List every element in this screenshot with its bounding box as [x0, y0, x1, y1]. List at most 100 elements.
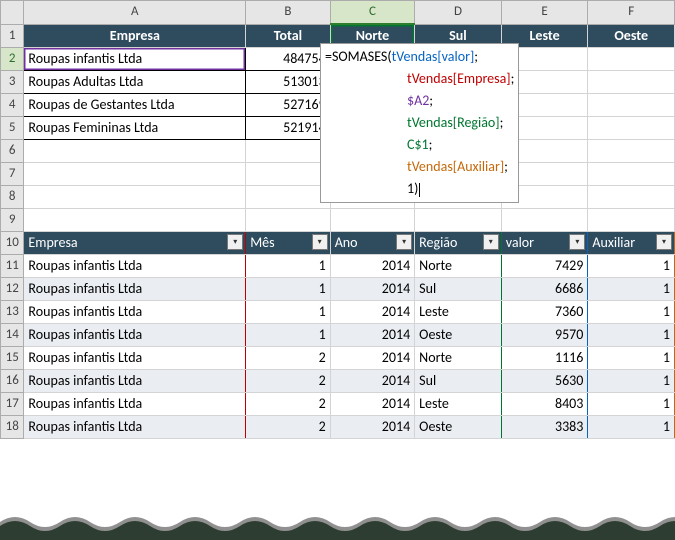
table-row[interactable]: 1	[246, 301, 330, 324]
filter-dropdown-icon[interactable]: ▾	[569, 234, 585, 250]
cell-F2[interactable]	[588, 48, 675, 71]
row-header-1[interactable]: 1	[1, 24, 24, 48]
table-row[interactable]: 2014	[330, 370, 414, 393]
row-header-2[interactable]: 2	[1, 48, 24, 71]
table-row[interactable]: Roupas infantis Ltda	[24, 324, 246, 347]
table-row[interactable]: 2014	[330, 255, 414, 278]
table-row[interactable]: 1116	[501, 347, 588, 370]
row-header-13[interactable]: 13	[1, 301, 24, 324]
row-header-9[interactable]: 9	[1, 209, 24, 232]
table-row[interactable]: 9570	[501, 324, 588, 347]
table-row[interactable]: Norte	[415, 255, 502, 278]
table-row[interactable]: 3383	[501, 416, 588, 439]
table-row[interactable]: Roupas infantis Ltda	[24, 255, 246, 278]
cell-A4[interactable]: Roupas de Gestantes Ltda	[24, 94, 246, 117]
table-row[interactable]: 1	[246, 324, 330, 347]
tbl-hdr-empresa[interactable]: Empresa▾	[24, 232, 246, 255]
cell-B1[interactable]: Total	[246, 24, 330, 48]
cell-B2[interactable]: 484754	[246, 48, 330, 71]
table-row[interactable]: 1	[588, 347, 675, 370]
row-header-5[interactable]: 5	[1, 117, 24, 140]
table-row[interactable]: 1	[246, 278, 330, 301]
row-header-7[interactable]: 7	[1, 163, 24, 186]
filter-dropdown-icon[interactable]: ▾	[656, 234, 672, 250]
table-row[interactable]: 1	[588, 393, 675, 416]
row-header-14[interactable]: 14	[1, 324, 24, 347]
cell-A5[interactable]: Roupas Femininas Ltda	[24, 117, 246, 140]
filter-dropdown-icon[interactable]: ▾	[396, 234, 412, 250]
row-header-11[interactable]: 11	[1, 255, 24, 278]
table-row[interactable]: Roupas infantis Ltda	[24, 301, 246, 324]
row-header-17[interactable]: 17	[1, 393, 24, 416]
row-header-10[interactable]: 10	[1, 232, 24, 255]
tbl-hdr-mes[interactable]: Mês▾	[246, 232, 330, 255]
row-header-12[interactable]: 12	[1, 278, 24, 301]
cell-A2[interactable]: Roupas infantis Ltda	[24, 48, 246, 71]
row-header-18[interactable]: 18	[1, 416, 24, 439]
table-row[interactable]: 5630	[501, 370, 588, 393]
col-header-A[interactable]: A	[24, 1, 246, 25]
corner-cell[interactable]	[1, 1, 24, 25]
table-row[interactable]: 6686	[501, 278, 588, 301]
table-row[interactable]: Roupas infantis Ltda	[24, 416, 246, 439]
table-row[interactable]: 7429	[501, 255, 588, 278]
table-row[interactable]: 2	[246, 416, 330, 439]
cell-B5[interactable]: 521914	[246, 117, 330, 140]
table-row[interactable]: 2014	[330, 301, 414, 324]
table-row[interactable]: Oeste	[415, 324, 502, 347]
table-row[interactable]: 2	[246, 370, 330, 393]
table-row[interactable]: Roupas infantis Ltda	[24, 393, 246, 416]
table-row[interactable]: Leste	[415, 393, 502, 416]
filter-dropdown-icon[interactable]: ▾	[312, 234, 328, 250]
row-header-16[interactable]: 16	[1, 370, 24, 393]
table-row[interactable]: 2014	[330, 324, 414, 347]
row-header-6[interactable]: 6	[1, 140, 24, 163]
cell-F3[interactable]	[588, 71, 675, 94]
table-row[interactable]: Leste	[415, 301, 502, 324]
col-header-B[interactable]: B	[246, 1, 330, 25]
table-row[interactable]: 2014	[330, 416, 414, 439]
row-header-8[interactable]: 8	[1, 186, 24, 209]
table-row[interactable]: 2014	[330, 347, 414, 370]
table-row[interactable]: Sul	[415, 370, 502, 393]
table-row[interactable]: 1	[588, 370, 675, 393]
table-row[interactable]: 1	[588, 416, 675, 439]
table-row[interactable]: 1	[588, 301, 675, 324]
table-row[interactable]: 8403	[501, 393, 588, 416]
tbl-hdr-regiao[interactable]: Região▾	[415, 232, 502, 255]
table-row[interactable]: Sul	[415, 278, 502, 301]
table-row[interactable]: Oeste	[415, 416, 502, 439]
row-header-15[interactable]: 15	[1, 347, 24, 370]
col-header-C[interactable]: C	[330, 1, 414, 25]
cell-A1[interactable]: Empresa	[24, 24, 246, 48]
table-row[interactable]: 1	[588, 255, 675, 278]
filter-dropdown-icon[interactable]: ▾	[227, 234, 243, 250]
cell-A3[interactable]: Roupas Adultas Ltda	[24, 71, 246, 94]
formula-edit-overlay[interactable]: =SOMASES(tVendas[valor]; tVendas[Empresa…	[320, 43, 519, 203]
table-row[interactable]: 2014	[330, 393, 414, 416]
tbl-hdr-auxiliar[interactable]: Auxiliar▾	[588, 232, 675, 255]
table-row[interactable]: Norte	[415, 347, 502, 370]
table-row[interactable]: Roupas infantis Ltda	[24, 278, 246, 301]
table-row[interactable]: 1	[588, 324, 675, 347]
table-row[interactable]: 1	[246, 255, 330, 278]
col-header-D[interactable]: D	[415, 1, 502, 25]
table-row[interactable]: Roupas infantis Ltda	[24, 370, 246, 393]
col-header-E[interactable]: E	[501, 1, 588, 25]
table-row[interactable]: Roupas infantis Ltda	[24, 347, 246, 370]
col-header-F[interactable]: F	[588, 1, 675, 25]
row-header-3[interactable]: 3	[1, 71, 24, 94]
cell-F4[interactable]	[588, 94, 675, 117]
tbl-hdr-valor[interactable]: valor▾	[501, 232, 588, 255]
cell-F5[interactable]	[588, 117, 675, 140]
row-header-4[interactable]: 4	[1, 94, 24, 117]
table-row[interactable]: 7360	[501, 301, 588, 324]
filter-dropdown-icon[interactable]: ▾	[483, 234, 499, 250]
table-row[interactable]: 2	[246, 393, 330, 416]
table-row[interactable]: 2014	[330, 278, 414, 301]
cell-B4[interactable]: 527169	[246, 94, 330, 117]
cell-F1[interactable]: Oeste	[588, 24, 675, 48]
cell-B3[interactable]: 513013	[246, 71, 330, 94]
table-row[interactable]: 2	[246, 347, 330, 370]
tbl-hdr-ano[interactable]: Ano▾	[330, 232, 414, 255]
